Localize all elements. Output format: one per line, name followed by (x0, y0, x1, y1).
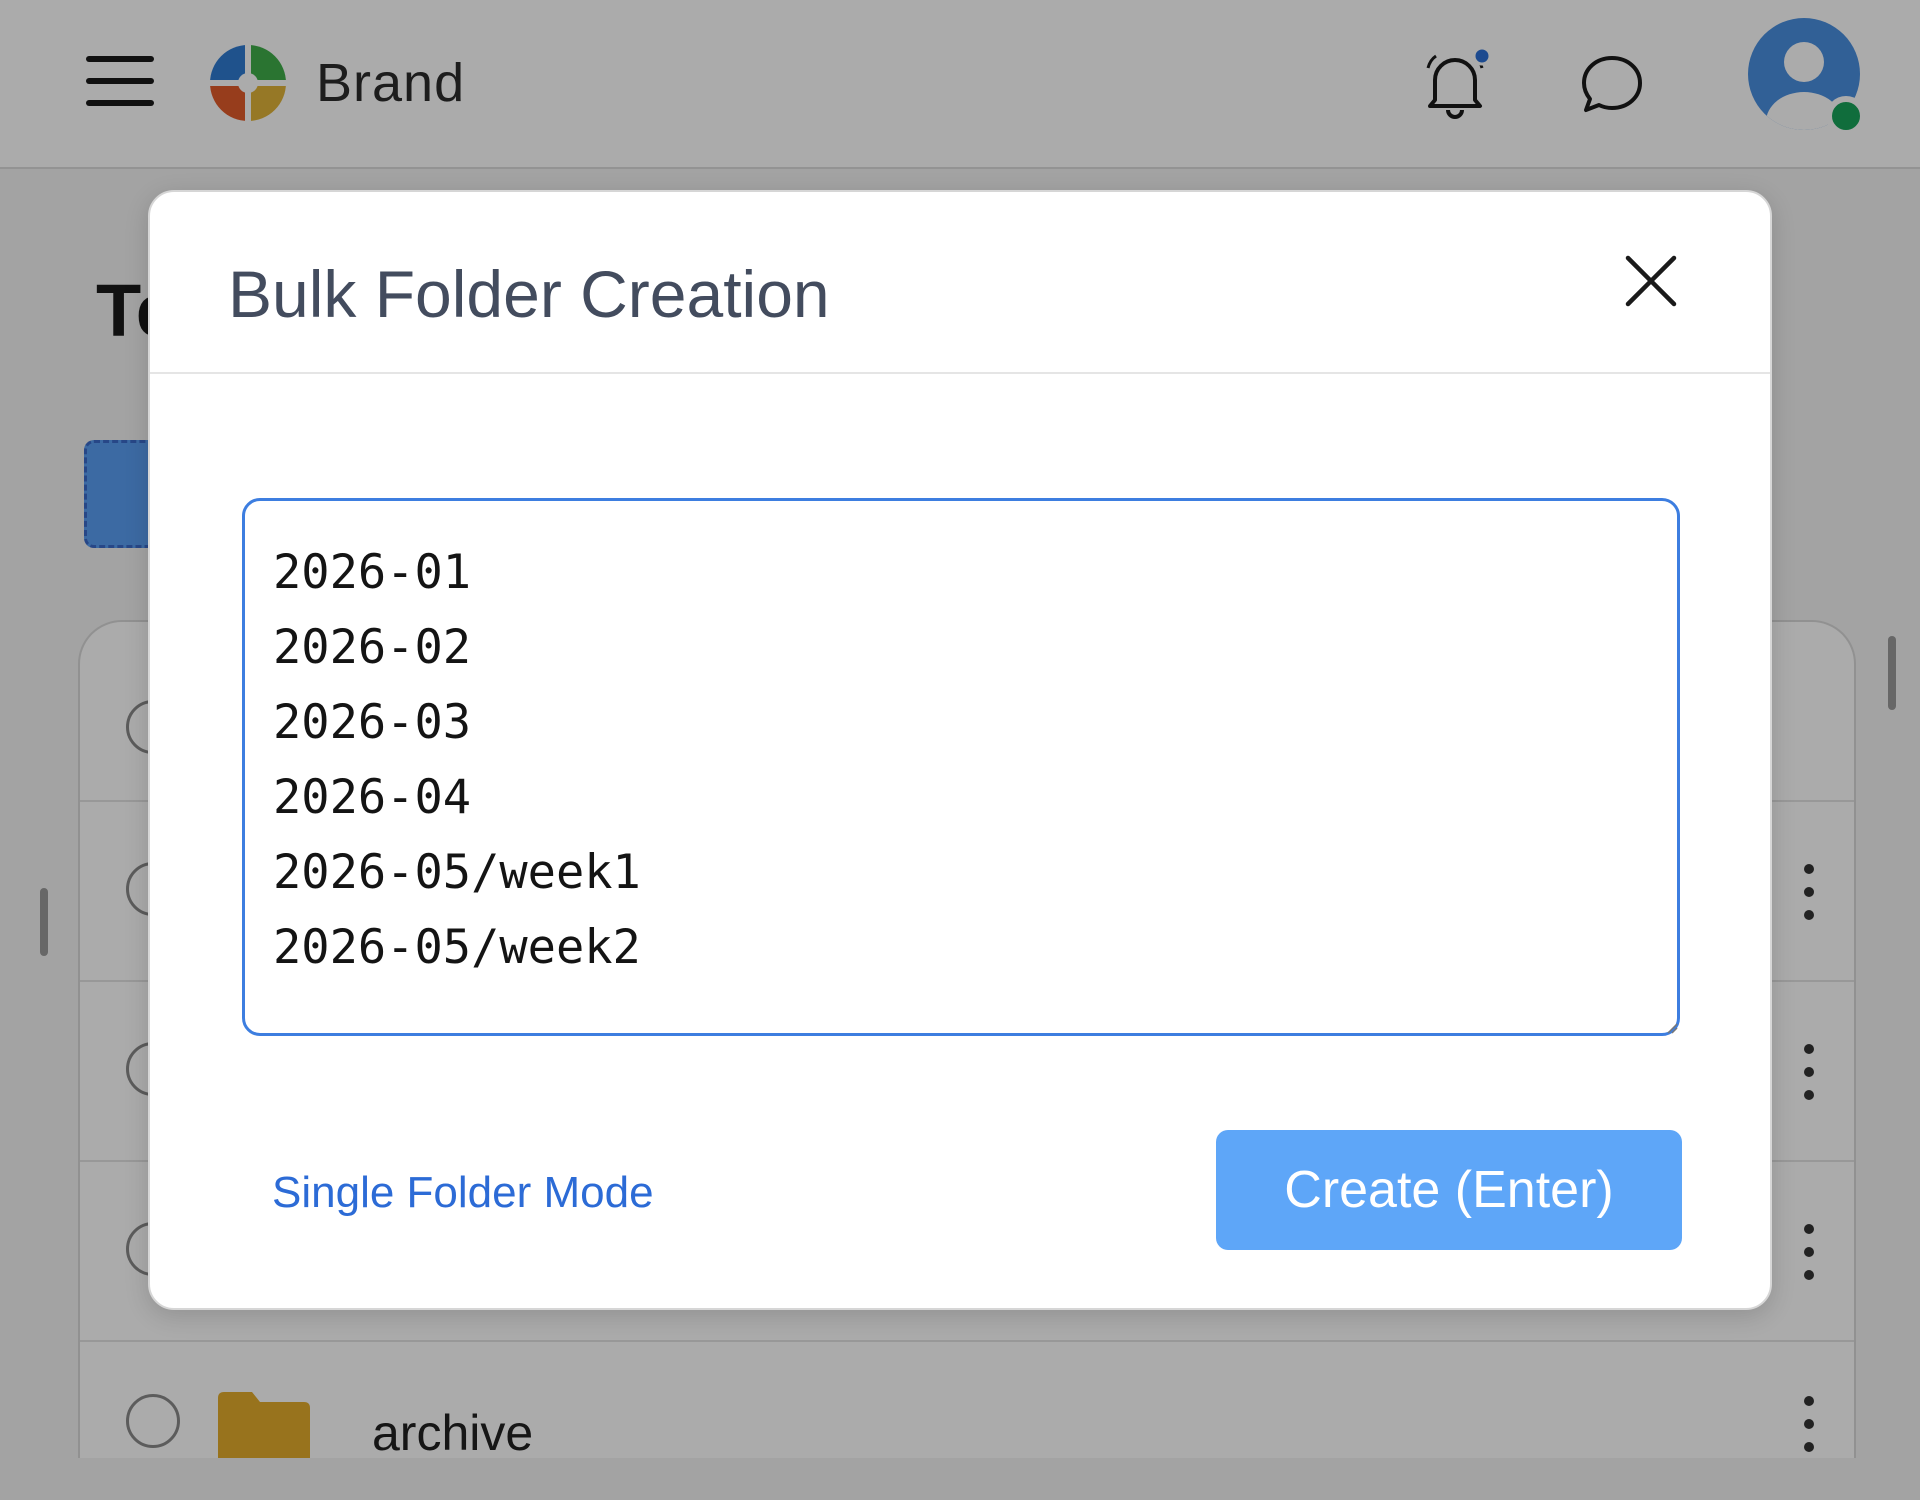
single-folder-mode-link[interactable]: Single Folder Mode (272, 1168, 654, 1218)
dialog-title: Bulk Folder Creation (228, 257, 830, 331)
resize-grip-icon[interactable] (1666, 1022, 1678, 1034)
folder-names-textarea[interactable]: 2026-01 2026-02 2026-03 2026-04 2026-05/… (242, 498, 1680, 1036)
dialog-header: Bulk Folder Creation (150, 192, 1770, 374)
create-button[interactable]: Create (Enter) (1216, 1130, 1682, 1250)
close-icon[interactable] (1624, 254, 1678, 308)
bulk-folder-dialog: Bulk Folder Creation 2026-01 2026-02 202… (148, 190, 1772, 1310)
